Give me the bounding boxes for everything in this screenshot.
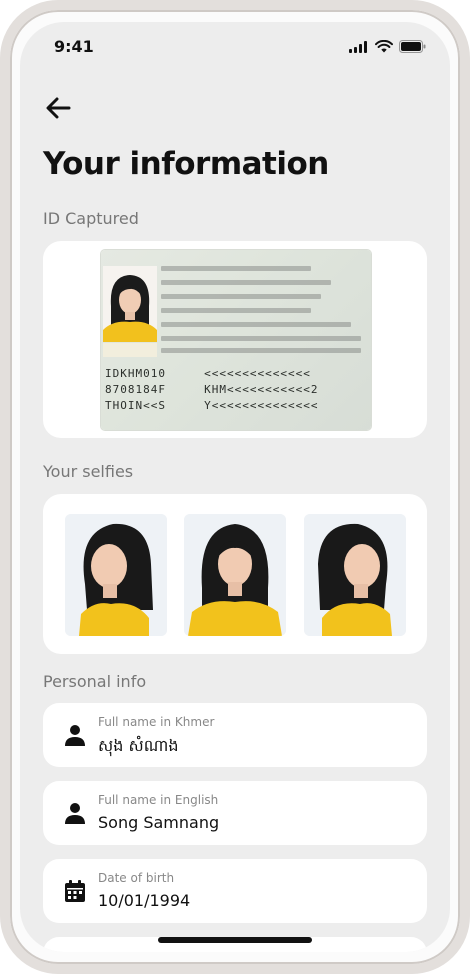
field-label: Full name in English: [98, 793, 219, 807]
id-section-label: ID Captured: [43, 209, 139, 228]
selfie-left[interactable]: [65, 514, 167, 636]
personal-section-label: Personal info: [43, 672, 147, 691]
wifi-icon: [375, 40, 393, 53]
field-value: 10/01/1994: [98, 891, 191, 910]
person-icon: [65, 803, 85, 824]
mrz-line-1: IDKHM010 <<<<<<<<<<<<<<: [105, 367, 311, 380]
signal-icon: [349, 40, 367, 53]
id-photo: [103, 266, 157, 342]
mrz-line-3: THOIN<<S Y<<<<<<<<<<<<<<: [105, 399, 319, 412]
back-button[interactable]: [42, 92, 74, 124]
status-icons: [349, 40, 426, 53]
page-title: Your information: [43, 146, 329, 182]
arrow-left-icon: [46, 97, 71, 119]
field-date-of-birth[interactable]: Date of birth 10/01/1994: [43, 859, 427, 923]
mrz-line-2: 8708184F KHM<<<<<<<<<<<2: [105, 383, 319, 396]
field-value: សុង សំណាង: [98, 736, 179, 755]
person-icon: [65, 725, 85, 746]
selfie-section-label: Your selfies: [43, 462, 134, 481]
home-indicator: [158, 937, 312, 943]
selfie-center[interactable]: [184, 514, 286, 636]
field-value: Song Samnang: [98, 813, 220, 832]
field-label: Full name in Khmer: [98, 715, 215, 729]
battery-icon: [399, 40, 426, 53]
field-full-name-khmer[interactable]: Full name in Khmer សុង សំណាង: [43, 703, 427, 767]
selfie-right[interactable]: [304, 514, 406, 636]
status-time: 9:41: [54, 37, 94, 56]
screen: 9:41 Your information ID Captured IDKHM0…: [20, 22, 450, 952]
id-card-image[interactable]: IDKHM010 <<<<<<<<<<<<<< 8708184F KHM<<<<…: [101, 250, 371, 430]
field-full-name-english[interactable]: Full name in English Song Samnang: [43, 781, 427, 845]
status-bar: 9:41: [20, 22, 450, 72]
id-card-container: IDKHM010 <<<<<<<<<<<<<< 8708184F KHM<<<<…: [43, 241, 427, 438]
field-label: Date of birth: [98, 871, 175, 885]
calendar-icon: [65, 880, 85, 902]
